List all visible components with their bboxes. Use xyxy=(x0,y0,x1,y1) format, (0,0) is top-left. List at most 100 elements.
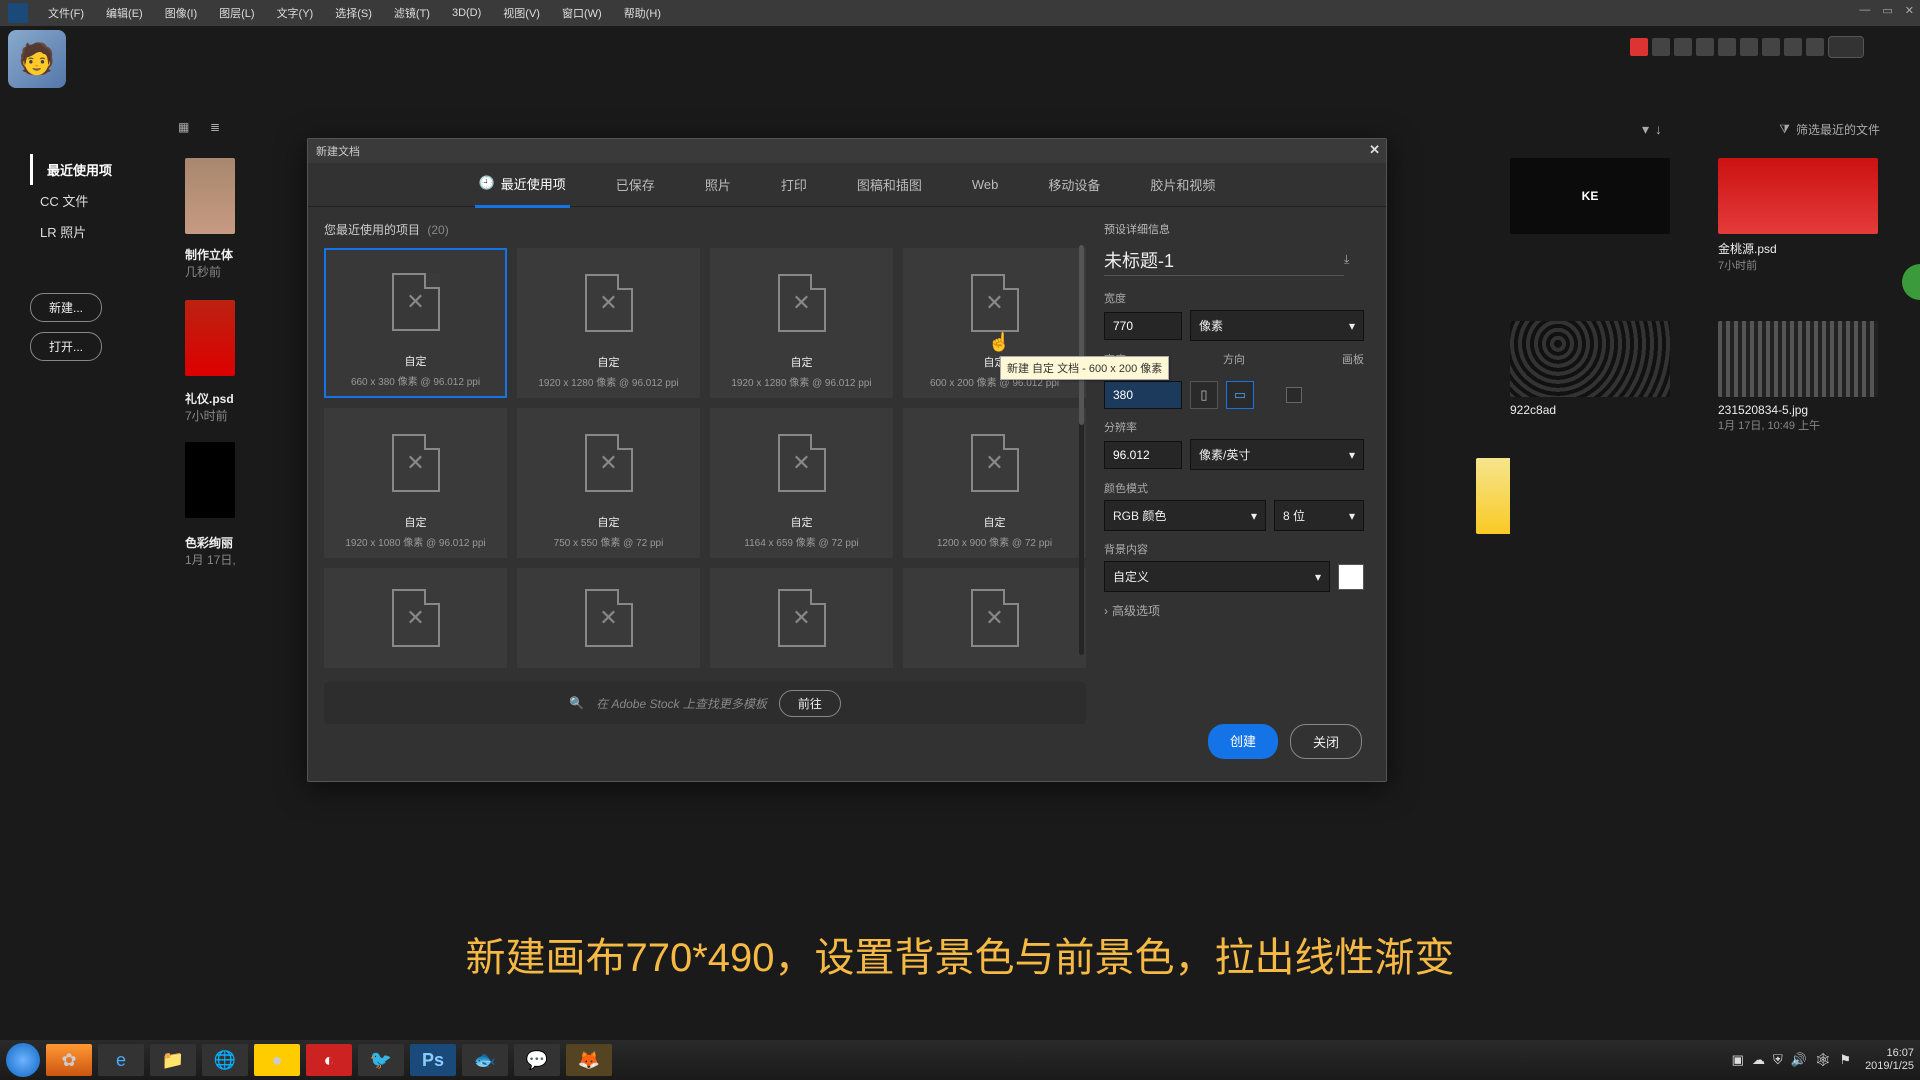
ime-tool-icon[interactable] xyxy=(1784,38,1802,56)
recent-thumb[interactable] xyxy=(185,442,235,518)
template-item[interactable] xyxy=(324,568,507,668)
new-button[interactable]: 新建... xyxy=(30,293,102,322)
tray-icon[interactable]: 🔊 xyxy=(1791,1052,1807,1068)
orientation-landscape[interactable]: ▭ xyxy=(1226,381,1254,409)
doc-title-input[interactable]: 未标题-1 xyxy=(1104,247,1344,276)
start-button[interactable] xyxy=(6,1043,40,1077)
tray-icon[interactable]: ☁ xyxy=(1752,1052,1765,1068)
nav-recent[interactable]: 最近使用项 xyxy=(30,154,160,185)
template-item[interactable] xyxy=(710,568,893,668)
cancel-button[interactable]: 关闭 xyxy=(1290,724,1362,759)
menu-3d[interactable]: 3D(D) xyxy=(442,3,491,23)
tray-icon[interactable]: ⛨ xyxy=(1773,1052,1783,1068)
template-item[interactable] xyxy=(903,568,1086,668)
ime-mic-icon[interactable] xyxy=(1718,38,1736,56)
tab-recent[interactable]: 🕘最近使用项 xyxy=(475,162,570,208)
recent-thumb[interactable] xyxy=(185,158,235,234)
save-preset-icon[interactable]: ⤓ xyxy=(1344,252,1364,272)
menu-window[interactable]: 窗口(W) xyxy=(552,1,612,25)
bit-depth-select[interactable]: 8 位▾ xyxy=(1274,500,1364,531)
taskbar-wechat[interactable]: 💬 xyxy=(514,1044,560,1076)
tab-photo[interactable]: 照片 xyxy=(701,163,735,206)
taskbar-app[interactable]: 🦊 xyxy=(566,1044,612,1076)
ime-lang-icon[interactable] xyxy=(1652,38,1670,56)
card[interactable] xyxy=(1476,458,1510,540)
list-view-icon[interactable]: ≣ xyxy=(210,120,228,138)
menu-filter[interactable]: 滤镜(T) xyxy=(384,1,440,25)
template-item[interactable]: 自定 1200 x 900 像素 @ 72 ppi xyxy=(903,408,1086,558)
menu-edit[interactable]: 编辑(E) xyxy=(96,1,153,25)
taskbar-explorer[interactable]: 📁 xyxy=(150,1044,196,1076)
card[interactable]: 金桃源.psd 7小时前 xyxy=(1718,158,1878,273)
artboard-checkbox[interactable] xyxy=(1286,387,1302,403)
templates-scrollbar[interactable] xyxy=(1079,245,1084,655)
tab-art[interactable]: 图稿和插图 xyxy=(853,163,926,206)
sort-arrow[interactable]: ↓ xyxy=(1655,121,1662,137)
menu-file[interactable]: 文件(F) xyxy=(38,1,94,25)
minimize-icon[interactable]: — xyxy=(1859,4,1870,17)
template-item[interactable]: 自定 1164 x 659 像素 @ 72 ppi xyxy=(710,408,893,558)
height-input[interactable]: 380 xyxy=(1104,381,1182,409)
dialog-close-icon[interactable]: ✕ xyxy=(1369,142,1380,158)
recent-thumb[interactable] xyxy=(185,300,235,376)
funnel-icon[interactable]: ⧩ xyxy=(1779,122,1790,137)
card[interactable]: KE xyxy=(1510,158,1670,273)
ime-punct-icon[interactable] xyxy=(1674,38,1692,56)
taskbar-app[interactable]: 🐟 xyxy=(462,1044,508,1076)
advanced-toggle[interactable]: ›高级选项 xyxy=(1104,602,1364,619)
sogou-icon[interactable] xyxy=(1630,38,1648,56)
card[interactable]: 231520834-5.jpg 1月 17日, 10:49 上午 xyxy=(1718,321,1878,433)
taskbar-ie[interactable]: e xyxy=(98,1044,144,1076)
menu-type[interactable]: 文字(Y) xyxy=(267,1,324,25)
nav-lr-photos[interactable]: LR 照片 xyxy=(30,216,160,247)
nav-cc-files[interactable]: CC 文件 xyxy=(30,185,160,216)
ime-emoji-icon[interactable] xyxy=(1696,38,1714,56)
open-button[interactable]: 打开... xyxy=(30,332,102,361)
taskbar-clock[interactable]: 16:07 2019/1/25 xyxy=(1865,1047,1914,1073)
top-search-button[interactable] xyxy=(1828,36,1864,58)
taskbar-browser[interactable]: 🌐 xyxy=(202,1044,248,1076)
card[interactable]: 922c8ad xyxy=(1510,321,1670,433)
edge-badge[interactable] xyxy=(1902,264,1920,300)
width-unit-select[interactable]: 像素▾ xyxy=(1190,310,1364,341)
stock-search-input[interactable]: 在 Adobe Stock 上查找更多模板 xyxy=(596,695,767,712)
template-item[interactable]: 自定 1920 x 1280 像素 @ 96.012 ppi xyxy=(710,248,893,398)
taskbar-photoshop[interactable]: Ps xyxy=(410,1044,456,1076)
resolution-unit-select[interactable]: 像素/英寸▾ xyxy=(1190,439,1364,470)
taskbar-app[interactable]: ◐ xyxy=(306,1044,352,1076)
background-swatch[interactable] xyxy=(1338,564,1364,590)
template-item[interactable]: 自定 660 x 380 像素 @ 96.012 ppi xyxy=(324,248,507,398)
ime-skin-icon[interactable] xyxy=(1762,38,1780,56)
tab-film[interactable]: 胶片和视频 xyxy=(1146,163,1219,206)
ime-keyboard-icon[interactable] xyxy=(1740,38,1758,56)
taskbar-app[interactable]: ✿ xyxy=(46,1044,92,1076)
menu-help[interactable]: 帮助(H) xyxy=(614,1,671,25)
tray-icon[interactable]: 🕸 xyxy=(1815,1052,1832,1068)
grid-view-icon[interactable]: ▦ xyxy=(178,120,196,138)
taskbar-app[interactable]: 🐦 xyxy=(358,1044,404,1076)
tab-mobile[interactable]: 移动设备 xyxy=(1044,163,1104,206)
color-mode-select[interactable]: RGB 颜色▾ xyxy=(1104,500,1266,531)
sort-label[interactable]: ▾ xyxy=(1642,121,1649,138)
template-item[interactable]: 自定 1920 x 1280 像素 @ 96.012 ppi xyxy=(517,248,700,398)
filter-label[interactable]: 筛选最近的文件 xyxy=(1796,121,1880,138)
resolution-input[interactable]: 96.012 xyxy=(1104,441,1182,469)
template-item[interactable]: 自定 1920 x 1080 像素 @ 96.012 ppi xyxy=(324,408,507,558)
scrollbar-thumb[interactable] xyxy=(1079,245,1084,425)
background-select[interactable]: 自定义▾ xyxy=(1104,561,1330,592)
width-input[interactable]: 770 xyxy=(1104,312,1182,340)
avatar[interactable] xyxy=(8,30,66,88)
tab-print[interactable]: 打印 xyxy=(777,163,811,206)
tray-icon[interactable]: ▣ xyxy=(1732,1052,1744,1068)
orientation-portrait[interactable]: ▯ xyxy=(1190,381,1218,409)
menu-select[interactable]: 选择(S) xyxy=(325,1,382,25)
template-item[interactable]: 自定 750 x 550 像素 @ 72 ppi xyxy=(517,408,700,558)
close-icon[interactable]: ✕ xyxy=(1905,4,1914,17)
stock-go-button[interactable]: 前往 xyxy=(779,690,841,717)
template-item[interactable] xyxy=(517,568,700,668)
ime-menu-icon[interactable] xyxy=(1806,38,1824,56)
tray-icon[interactable]: ⚑ xyxy=(1839,1052,1851,1068)
tab-saved[interactable]: 已保存 xyxy=(612,163,659,206)
taskbar-app[interactable]: ● xyxy=(254,1044,300,1076)
create-button[interactable]: 创建 xyxy=(1208,724,1278,759)
